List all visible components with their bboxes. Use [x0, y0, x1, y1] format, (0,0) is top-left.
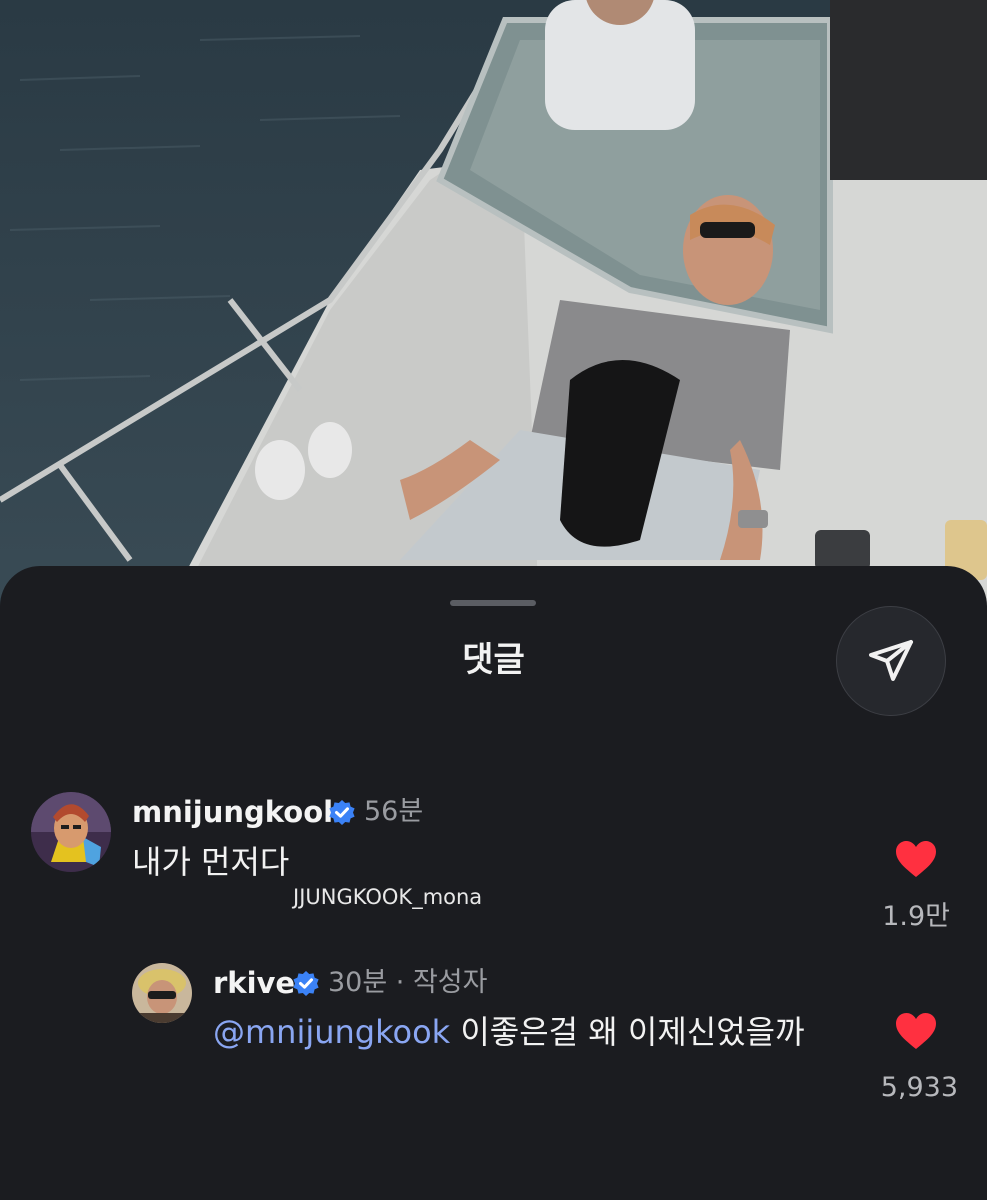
- comments-sheet: 댓글 mnijungkook 56분 내가 먼저다 1.9만 JJUNGKOOK…: [0, 566, 987, 1200]
- comment-time: 30분 · 작성자: [328, 967, 488, 998]
- mention-link[interactable]: @mnijungkook: [213, 1013, 450, 1051]
- avatar[interactable]: [132, 963, 192, 1023]
- comment-body: 이좋은걸 왜 이제신었을까: [450, 1013, 805, 1051]
- heart-icon[interactable]: [895, 1012, 937, 1050]
- verified-badge-icon: [293, 971, 319, 996]
- comment-username[interactable]: rkive: [213, 966, 295, 1000]
- like-count: 5,933: [880, 1072, 958, 1103]
- post-photo: [0, 0, 987, 640]
- comment-text: @mnijungkook 이좋은걸 왜 이제신었을까: [213, 1012, 805, 1052]
- comment-reply: rkive 30분 · 작성자 @mnijungkook 이좋은걸 왜 이제신었…: [0, 566, 987, 1126]
